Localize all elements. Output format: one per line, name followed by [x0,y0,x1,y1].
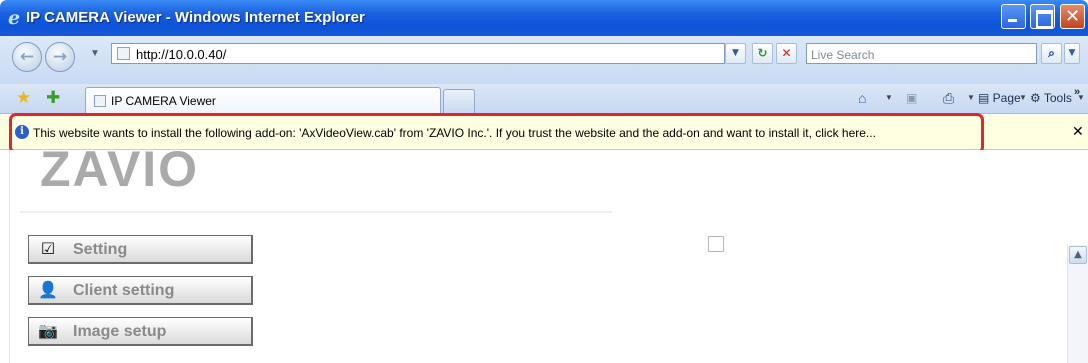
search-placeholder: Live Search [811,48,875,62]
navigation-bar: ← → ▼ http://10.0.0.40/ ▼ ↻ ✕ Live Searc… [0,36,1088,84]
home-dropdown-icon[interactable]: ▼ [885,89,893,107]
search-button[interactable]: ⌕ [1041,43,1062,64]
client-setting-label: Client setting [73,282,175,299]
print-dropdown-icon[interactable]: ▼ [967,89,975,107]
client-setting-button[interactable]: 👤 Client setting [28,276,253,305]
title-bar: e IP CAMERA Viewer - Windows Internet Ex… [0,0,1088,36]
divider [20,211,612,213]
setting-button[interactable]: ☑ Setting [28,235,253,264]
ie-logo-icon: e [8,7,21,29]
tab-ip-camera-viewer[interactable]: IP CAMERA Viewer [85,87,441,114]
browser-window: e IP CAMERA Viewer - Windows Internet Ex… [0,0,1088,363]
window-title: IP CAMERA Viewer - Windows Internet Expl… [26,9,365,26]
home-icon[interactable]: ⌂ [858,89,866,107]
page-area: ZAVIO ☑ Setting 👤 Client setting 📷 Image… [9,141,1061,363]
forward-arrow-icon: → [52,47,68,67]
address-bar[interactable]: http://10.0.0.40/ [111,43,725,64]
url-field[interactable]: http://10.0.0.40/ [136,47,226,62]
refresh-button[interactable]: ↻ [752,43,773,64]
camera-icon: 📷 [38,323,58,340]
page-icon [94,95,106,107]
tab-label: IP CAMERA Viewer [111,94,216,108]
forward-button[interactable]: → [45,42,75,72]
tools-menu-label: Tools [1043,91,1072,105]
checkbox-icon: ☑ [40,241,56,258]
refresh-icon: ↻ [757,46,768,60]
close-icon: ✕ [1064,6,1081,27]
print-icon[interactable]: ⎙ [943,89,954,107]
vertical-scrollbar[interactable]: ▲ [1067,245,1088,363]
new-tab-button[interactable] [443,89,475,114]
back-button[interactable]: ← [12,42,42,72]
search-input[interactable]: Live Search [806,43,1037,64]
feeds-icon[interactable]: ▣ [906,89,917,107]
page-dropdown-icon[interactable]: ▼ [1019,89,1027,107]
image-setup-label: Image setup [73,323,167,340]
search-icon: ⌕ [1048,46,1055,60]
close-icon[interactable]: ✕ [1072,124,1084,140]
back-arrow-icon: ← [19,47,35,67]
setting-label: Setting [73,241,128,258]
recent-pages-dropdown[interactable]: ▼ [90,48,100,59]
page-menu-label: Page [992,91,1021,105]
address-dropdown-button[interactable]: ▼ [725,43,746,64]
scroll-up-button[interactable]: ▲ [1069,246,1087,264]
favorites-star-icon[interactable]: ★ [16,88,31,108]
user-icon: 👤 [38,282,58,299]
minimize-button[interactable] [1001,4,1026,29]
close-window-button[interactable]: ✕ [1060,4,1085,29]
image-setup-button[interactable]: 📷 Image setup [28,317,253,346]
stop-icon: ✕ [781,46,792,60]
page-menu-button[interactable]: ▤ Page [978,89,1021,107]
video-placeholder-box [708,236,724,252]
chevron-more-icon[interactable]: » [1074,83,1080,101]
maximize-button[interactable] [1030,4,1055,29]
tab-bar: ★ ✚ IP CAMERA Viewer ⌂ ▼ ▣ ⎙ ▼ ▤ Page ▼ … [0,84,1088,114]
page-content: ZAVIO ☑ Setting 👤 Client setting 📷 Image… [0,141,1088,363]
tools-menu-button[interactable]: ⚙ Tools [1030,89,1072,107]
stop-button[interactable]: ✕ [776,43,797,64]
add-favorites-icon[interactable]: ✚ [46,88,60,108]
search-options-dropdown[interactable]: ▼ [1064,43,1080,64]
zavio-logo: ZAVIO [40,141,200,197]
page-icon [117,47,130,60]
